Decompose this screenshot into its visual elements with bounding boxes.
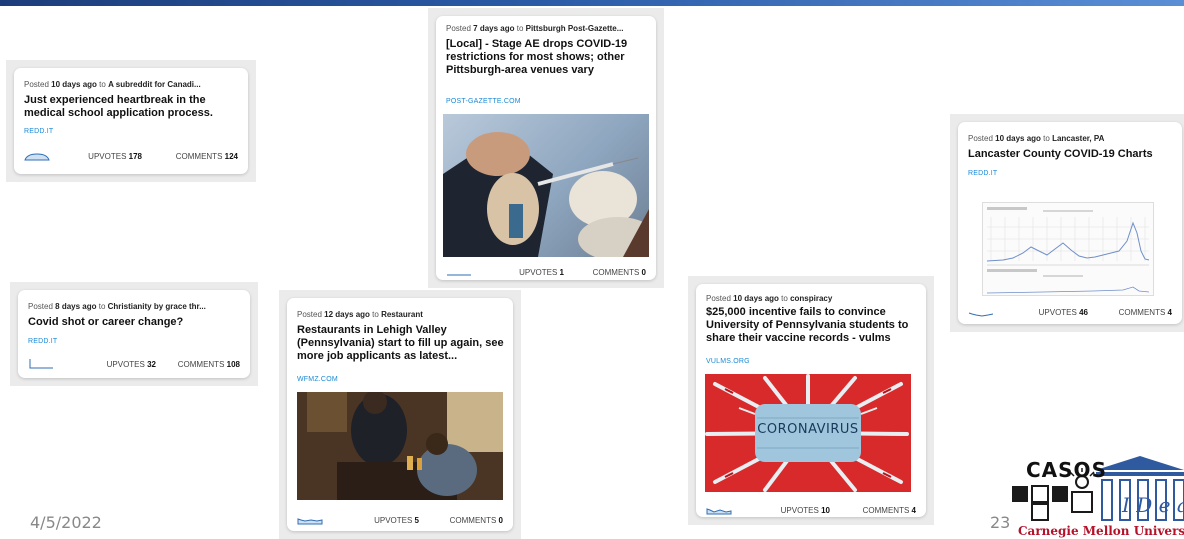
comments-count[interactable]: COMMENTS 4 xyxy=(1119,308,1172,317)
post-card[interactable]: Posted 12 days ago to Restaurant Restaur… xyxy=(287,298,513,531)
post-card-screenshot: Posted 7 days ago to Pittsburgh Post-Gaz… xyxy=(428,8,664,288)
post-card[interactable]: Posted 10 days ago to conspiracy $25,000… xyxy=(696,284,926,517)
upvotes-count: UPVOTES 10 xyxy=(780,506,830,515)
post-thumbnail-vaccination-image[interactable] xyxy=(443,114,649,257)
slide-date: 4/5/2022 xyxy=(30,513,102,532)
post-domain[interactable]: VULMS.ORG xyxy=(706,358,750,365)
casos-logo-text: CASOS xyxy=(1026,458,1107,482)
upvotes-count: UPVOTES 178 xyxy=(88,152,142,161)
post-card[interactable]: Posted 7 days ago to Pittsburgh Post-Gaz… xyxy=(436,16,656,280)
sparkline-icon xyxy=(447,274,471,276)
institution-name: Carnegie Mellon University xyxy=(1018,524,1184,538)
comments-count[interactable]: COMMENTS 124 xyxy=(176,152,238,161)
community-link[interactable]: A subreddit for Canadi... xyxy=(108,80,201,89)
post-card[interactable]: Posted 10 days ago to Lancaster, PA Lanc… xyxy=(958,122,1182,324)
post-title[interactable]: Restaurants in Lehigh Valley (Pennsylvan… xyxy=(297,324,505,363)
post-card[interactable]: Posted 8 days ago to Christianity by gra… xyxy=(18,290,250,378)
post-footer: UPVOTES 1 COMMENTS 0 xyxy=(446,268,646,280)
post-domain[interactable]: POST-GAZETTE.COM xyxy=(446,98,521,105)
post-domain[interactable]: WFMZ.COM xyxy=(297,376,338,383)
post-title[interactable]: Just experienced heartbreak in the medic… xyxy=(24,94,240,120)
community-link[interactable]: Restaurant xyxy=(381,310,423,319)
covid-chart-thumbnail-icon xyxy=(986,207,1150,294)
post-meta: Posted 10 days ago to conspiracy xyxy=(706,294,833,303)
post-card-screenshot: Posted 12 days ago to Restaurant Restaur… xyxy=(279,290,521,539)
post-card-screenshot: Posted 10 days ago to A subreddit for Ca… xyxy=(6,60,256,182)
community-link[interactable]: conspiracy xyxy=(790,294,832,303)
post-title[interactable]: Covid shot or career change? xyxy=(28,316,242,329)
post-meta: Posted 7 days ago to Pittsburgh Post-Gaz… xyxy=(446,24,624,33)
comments-count[interactable]: COMMENTS 0 xyxy=(450,516,503,525)
post-footer: UPVOTES 178 COMMENTS 124 xyxy=(24,152,238,164)
svg-text:I D e a: I D e a xyxy=(1121,493,1184,517)
community-link[interactable]: Christianity by grace thr... xyxy=(108,302,206,311)
post-card[interactable]: Posted 10 days ago to A subreddit for Ca… xyxy=(14,68,248,174)
slide-top-bar xyxy=(0,0,1184,6)
post-card-screenshot: Posted 8 days ago to Christianity by gra… xyxy=(10,282,258,386)
post-title[interactable]: Lancaster County COVID-19 Charts xyxy=(968,148,1174,161)
post-thumbnail-restaurant-image[interactable] xyxy=(297,392,503,500)
post-domain[interactable]: REDD.IT xyxy=(28,338,57,345)
sparkline-icon xyxy=(706,508,732,515)
restaurant-photo-icon xyxy=(297,392,503,500)
post-thumbnail-chart-image[interactable] xyxy=(982,202,1154,296)
post-meta: Posted 8 days ago to Christianity by gra… xyxy=(28,302,206,311)
post-card-screenshot: Posted 10 days ago to Lancaster, PA Lanc… xyxy=(950,114,1184,332)
post-meta: Posted 10 days ago to Lancaster, PA xyxy=(968,134,1105,143)
comments-count[interactable]: COMMENTS 4 xyxy=(863,506,916,515)
post-domain[interactable]: REDD.IT xyxy=(968,170,997,177)
sparkline-icon xyxy=(29,359,53,369)
post-card-screenshot: Posted 10 days ago to conspiracy $25,000… xyxy=(688,276,934,525)
post-title[interactable]: $25,000 incentive fails to convince Univ… xyxy=(706,306,918,345)
post-footer: UPVOTES 5 COMMENTS 0 xyxy=(297,516,503,528)
post-footer: UPVOTES 46 COMMENTS 4 xyxy=(968,308,1172,320)
comments-count[interactable]: COMMENTS 0 xyxy=(593,268,646,277)
sparkline-icon xyxy=(24,153,50,161)
post-footer: UPVOTES 10 COMMENTS 4 xyxy=(706,506,916,518)
sparkline-icon xyxy=(297,518,323,525)
casos-logo: I D e a CASOS Carnegie Mellon University xyxy=(1010,452,1184,539)
post-thumbnail-coronavirus-image[interactable]: CORONAVIRUS xyxy=(705,374,911,492)
upvotes-count: UPVOTES 46 xyxy=(1038,308,1088,317)
community-link[interactable]: Pittsburgh Post-Gazette... xyxy=(526,24,624,33)
upvotes-count: UPVOTES 1 xyxy=(519,268,564,277)
post-meta: Posted 12 days ago to Restaurant xyxy=(297,310,423,319)
vaccination-photo-icon xyxy=(443,132,649,257)
sparkline-icon xyxy=(968,312,994,317)
comments-count[interactable]: COMMENTS 108 xyxy=(178,360,240,369)
post-domain[interactable]: REDD.IT xyxy=(24,128,53,135)
community-link[interactable]: Lancaster, PA xyxy=(1052,134,1104,143)
coronavirus-image-text: CORONAVIRUS xyxy=(757,422,859,437)
slide-page-number: 23 xyxy=(990,513,1011,532)
post-footer: UPVOTES 32 COMMENTS 108 xyxy=(28,359,240,372)
post-meta: Posted 10 days ago to A subreddit for Ca… xyxy=(24,80,201,89)
post-title[interactable]: [Local] - Stage AE drops COVID-19 restri… xyxy=(446,38,648,77)
upvotes-count: UPVOTES 32 xyxy=(106,360,156,369)
upvotes-count: UPVOTES 5 xyxy=(374,516,419,525)
